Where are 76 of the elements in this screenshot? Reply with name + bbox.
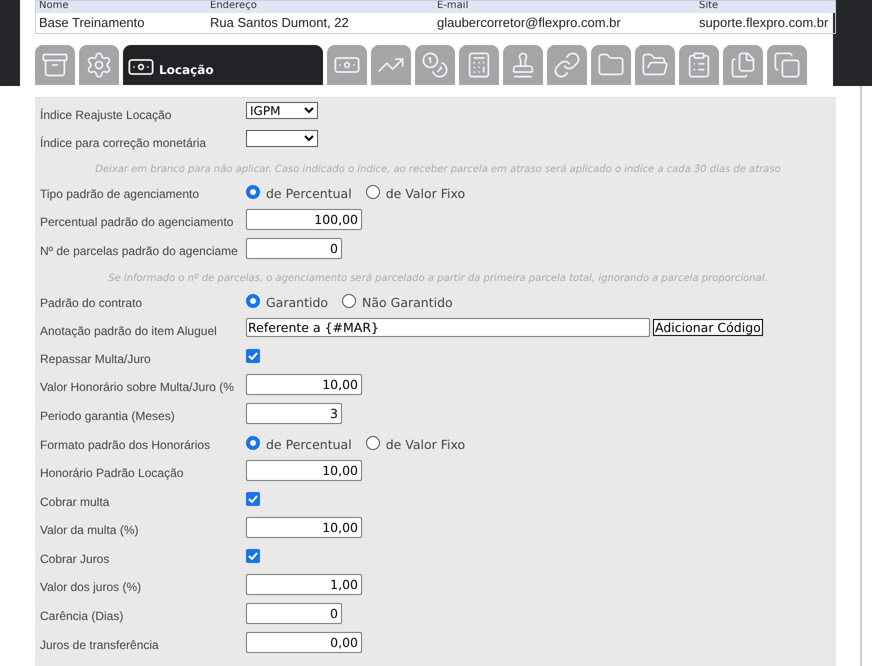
field-label: Periodo garantia (Meses)	[40, 409, 175, 423]
chain-icon	[553, 51, 581, 79]
radio-button[interactable]	[246, 185, 260, 200]
radio-button[interactable]	[246, 436, 260, 450]
checkbox[interactable]	[246, 492, 260, 506]
field-label: Índice para correção monetária	[40, 136, 206, 150]
table-cell-text: Base Treinamento	[38, 14, 146, 32]
dropdown[interactable]	[246, 130, 318, 147]
coins-icon	[421, 51, 449, 79]
field-label: Carência (Dias)	[40, 609, 124, 623]
check-icon	[248, 495, 258, 503]
check-icon	[248, 352, 258, 360]
checkbox[interactable]	[246, 549, 260, 563]
radio-button[interactable]	[246, 294, 260, 308]
radio-option[interactable]: de Percentual	[246, 181, 352, 204]
table-cell-text: suporte.flexpro.com.br	[698, 14, 830, 32]
number-field[interactable]: 3	[246, 403, 342, 424]
add-code-button[interactable]: Adicionar Código	[653, 319, 763, 336]
documents-icon	[773, 51, 801, 79]
number-field[interactable]: 0	[246, 603, 342, 624]
number-field[interactable]: 1,00	[246, 574, 362, 595]
column-header: Nome	[38, 1, 70, 13]
hint-text: Se informado o nº de parcelas, o agenciamento será parcelado a partir da primeira parcela total, ignorando a parcela proporcional.	[108, 272, 768, 286]
field-label: Tipo padrão de agenciamento	[40, 187, 199, 201]
field-label: Padrão do contrato	[40, 296, 142, 310]
field-label: Cobrar Juros	[40, 552, 110, 566]
tab[interactable]	[723, 45, 763, 85]
number-field[interactable]: 10,00	[246, 460, 362, 481]
radio-button[interactable]	[342, 294, 356, 308]
table-cell-text: glaubercorretor@flexpro.com.br	[436, 14, 622, 32]
check-icon	[248, 552, 258, 560]
tab[interactable]	[79, 45, 119, 85]
number-field[interactable]: 0,00	[246, 632, 362, 653]
field-label: Percentual padrão do agenciamento	[40, 215, 234, 229]
tab[interactable]	[371, 45, 411, 85]
radio-option[interactable]: Não Garantido	[342, 290, 453, 313]
number-field[interactable]: 0	[246, 238, 342, 259]
tab[interactable]	[35, 45, 75, 85]
tab[interactable]	[415, 45, 455, 85]
chevron-down-icon	[304, 107, 314, 114]
tab[interactable]	[591, 45, 631, 85]
radio-option[interactable]: de Valor Fixo	[366, 181, 466, 204]
field-label: Juros de transferência	[40, 638, 159, 652]
documents-icon	[729, 51, 757, 79]
radio-option[interactable]: Garantido	[246, 290, 328, 313]
field-label: Valor da multa (%)	[40, 523, 138, 537]
tab[interactable]	[327, 45, 367, 85]
radio-button[interactable]	[366, 185, 380, 200]
field-label: Valor dos juros (%)	[40, 580, 142, 594]
text-field[interactable]: Referente a {#MAR}	[246, 318, 650, 337]
field-label: Cobrar multa	[40, 495, 110, 509]
tab[interactable]	[635, 45, 675, 85]
chevron-down-icon	[304, 135, 314, 142]
tab[interactable]	[503, 45, 543, 85]
checkbox[interactable]	[246, 349, 260, 363]
tab[interactable]: Locação	[123, 45, 323, 85]
field-label: Formato padrão dos Honorários	[40, 438, 210, 452]
tab[interactable]	[459, 45, 499, 85]
number-field[interactable]: 10,00	[246, 517, 362, 538]
hint-text: Deixar em branco para não aplicar. Caso indicado o índice, ao receber parcela em atraso será aplicado o indíce a cada 30 dias de atraso	[95, 163, 781, 177]
field-label: Índice Reajuste Locação	[40, 108, 172, 122]
radio-option[interactable]: de Percentual	[246, 432, 352, 455]
field-label: Valor Honorário sobre Multa/Juro (%	[40, 380, 234, 394]
tab[interactable]	[767, 45, 807, 85]
field-label: Nº de parcelas padrão do agenciame	[40, 244, 238, 258]
radio-option[interactable]: de Valor Fixo	[366, 432, 466, 455]
number-field[interactable]: 100,00	[246, 209, 362, 230]
number-field[interactable]: 10,00	[246, 374, 362, 395]
dropdown[interactable]: IGPM	[246, 102, 318, 119]
table-cell-text: Rua Santos Dumont, 22	[209, 14, 350, 32]
field-label: Anotação padrão do item Aluguel	[40, 324, 217, 338]
field-label: Repassar Multa/Juro	[40, 352, 151, 366]
field-label: Honorário Padrão Locação	[40, 466, 184, 480]
tab[interactable]	[547, 45, 587, 85]
radio-button[interactable]	[366, 436, 380, 450]
tab[interactable]	[679, 45, 719, 85]
